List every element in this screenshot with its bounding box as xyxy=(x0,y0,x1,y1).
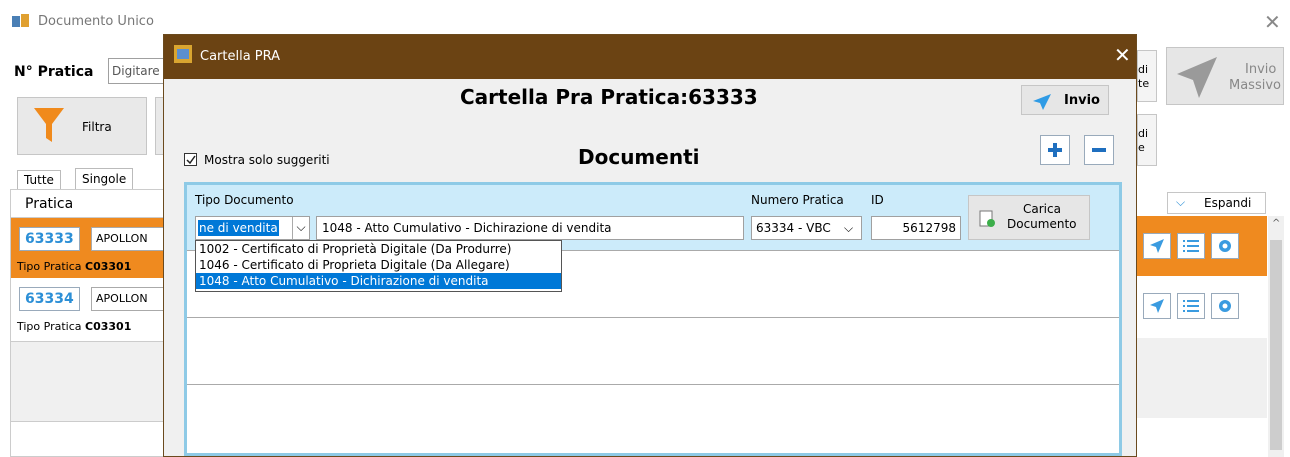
send-icon[interactable] xyxy=(1143,233,1171,259)
invio-label: Invio xyxy=(1064,93,1100,108)
dropdown-option[interactable]: 1046 - Certificato di Proprieta Digitale… xyxy=(196,257,561,273)
di-button-1[interactable]: di te xyxy=(1137,50,1157,102)
send-icon[interactable] xyxy=(1143,293,1171,319)
plus-icon xyxy=(1048,143,1062,157)
tipo-combo-value: ne di vendita xyxy=(198,220,279,236)
documenti-heading: Documenti xyxy=(578,145,700,169)
remove-button[interactable] xyxy=(1084,135,1114,165)
pratica-id: 63334 xyxy=(19,287,80,311)
document-row-empty xyxy=(187,385,1119,453)
folder-app-icon xyxy=(174,45,192,63)
numero-pratica-value: 63334 - VBC xyxy=(756,221,831,235)
carica-documento-button[interactable]: Carica Documento xyxy=(968,195,1090,240)
numero-pratica-combo[interactable]: 63334 - VBC ⌵ xyxy=(751,216,862,240)
dropdown-option-selected[interactable]: 1048 - Atto Cumulativo - Dichirazione di… xyxy=(196,273,561,289)
chevron-down-icon[interactable]: ⌵ xyxy=(292,217,309,239)
tab-singole[interactable]: Singole xyxy=(75,168,134,189)
n-pratica-label: N° Pratica xyxy=(14,64,94,80)
row-actions-empty xyxy=(1137,338,1267,418)
tipo-documento-combo[interactable]: ne di vendita ⌵ xyxy=(195,216,310,240)
list-item-empty xyxy=(11,342,164,422)
pratica-header: Pratica xyxy=(25,196,74,212)
gear-icon[interactable] xyxy=(1211,233,1239,259)
mostra-label: Mostra solo suggeriti xyxy=(204,153,330,167)
di-label: di xyxy=(1138,63,1149,76)
di-label: di xyxy=(1138,127,1149,140)
pratica-id: 63333 xyxy=(19,227,80,251)
col-numero-pratica: Numero Pratica xyxy=(751,193,844,207)
tipo-pratica: Tipo Pratica C03301 xyxy=(17,320,132,333)
scroll-up-icon[interactable]: ^ xyxy=(1272,218,1280,229)
funnel-icon xyxy=(32,106,66,149)
pratica-list: Pratica 63333 APOLLON Tipo Pratica C0330… xyxy=(10,189,165,457)
dialog-close-icon[interactable]: ✕ xyxy=(1114,43,1131,67)
main-window-title: Documento Unico xyxy=(38,14,154,29)
invio-button[interactable]: Invio xyxy=(1021,85,1109,115)
filter-label: Filtra xyxy=(82,120,112,134)
id-field[interactable]: 5612798 xyxy=(871,216,961,240)
di-label: e xyxy=(1138,141,1145,154)
dialog-title: Cartella PRA xyxy=(200,49,281,64)
tab-tutte[interactable]: Tutte xyxy=(17,170,61,189)
col-id: ID xyxy=(871,193,884,207)
dropdown-option[interactable]: 1002 - Certificato di Proprietà Digitale… xyxy=(196,241,561,257)
scrollbar-thumb[interactable] xyxy=(1270,240,1282,450)
gear-icon[interactable] xyxy=(1211,293,1239,319)
chevron-down-icon[interactable]: ⌵ xyxy=(844,217,853,239)
document-row-empty xyxy=(187,318,1119,385)
list-item[interactable]: 63334 APOLLON Tipo Pratica C03301 xyxy=(11,280,164,342)
tipo-documento-text[interactable]: 1048 - Atto Cumulativo - Dichirazione di… xyxy=(316,216,744,240)
col-tipo-documento: Tipo Documento xyxy=(195,193,294,207)
chevron-down-icon: ⌵ xyxy=(1176,195,1186,209)
list-item[interactable]: 63333 APOLLON Tipo Pratica C03301 xyxy=(11,218,164,278)
documents-panel: Tipo Documento Numero Pratica ID ne di v… xyxy=(184,182,1122,456)
invio-massivo-label: Massivo xyxy=(1229,78,1281,93)
n-pratica-input[interactable]: Digitare xyxy=(108,58,168,84)
tipo-documento-dropdown: 1002 - Certificato di Proprietà Digitale… xyxy=(195,240,562,292)
dialog-heading: Cartella Pra Pratica:63333 xyxy=(460,85,758,109)
pratica-name: APOLLON xyxy=(91,287,164,311)
list-icon[interactable] xyxy=(1177,233,1205,259)
dialog-title-bar: Cartella PRA ✕ xyxy=(164,35,1136,79)
minus-icon xyxy=(1092,148,1106,152)
carica-label: Documento xyxy=(1007,217,1077,231)
expand-button[interactable]: ⌵ Espandi xyxy=(1167,192,1266,214)
scrollbar[interactable]: ^ xyxy=(1268,216,1284,457)
invio-massivo-button[interactable]: Invio Massivo xyxy=(1166,47,1284,105)
di-button-2[interactable]: di e xyxy=(1137,114,1157,166)
checkmark-icon xyxy=(186,155,196,165)
mostra-checkbox[interactable] xyxy=(184,153,197,166)
list-icon[interactable] xyxy=(1177,293,1205,319)
add-button[interactable] xyxy=(1040,135,1070,165)
filter-button[interactable]: Filtra xyxy=(17,97,147,155)
invio-massivo-label: Invio xyxy=(1245,62,1277,77)
carica-label: Carica xyxy=(1023,202,1061,216)
app-icon xyxy=(12,14,30,28)
heading-number: 63333 xyxy=(688,85,758,109)
di-label: te xyxy=(1138,77,1150,90)
cartella-pra-dialog: Cartella PRA ✕ Cartella Pra Pratica:6333… xyxy=(163,34,1137,457)
tipo-pratica: Tipo Pratica C03301 xyxy=(17,260,132,273)
heading-label: Cartella Pra Pratica: xyxy=(460,85,689,109)
main-close-icon[interactable]: ✕ xyxy=(1264,10,1281,34)
pratica-name: APOLLON xyxy=(91,227,164,251)
expand-label: Espandi xyxy=(1204,196,1252,210)
right-list-area xyxy=(1137,216,1267,457)
paper-plane-icon xyxy=(1032,93,1052,114)
paper-plane-icon xyxy=(1175,54,1219,103)
document-add-icon xyxy=(979,210,995,231)
